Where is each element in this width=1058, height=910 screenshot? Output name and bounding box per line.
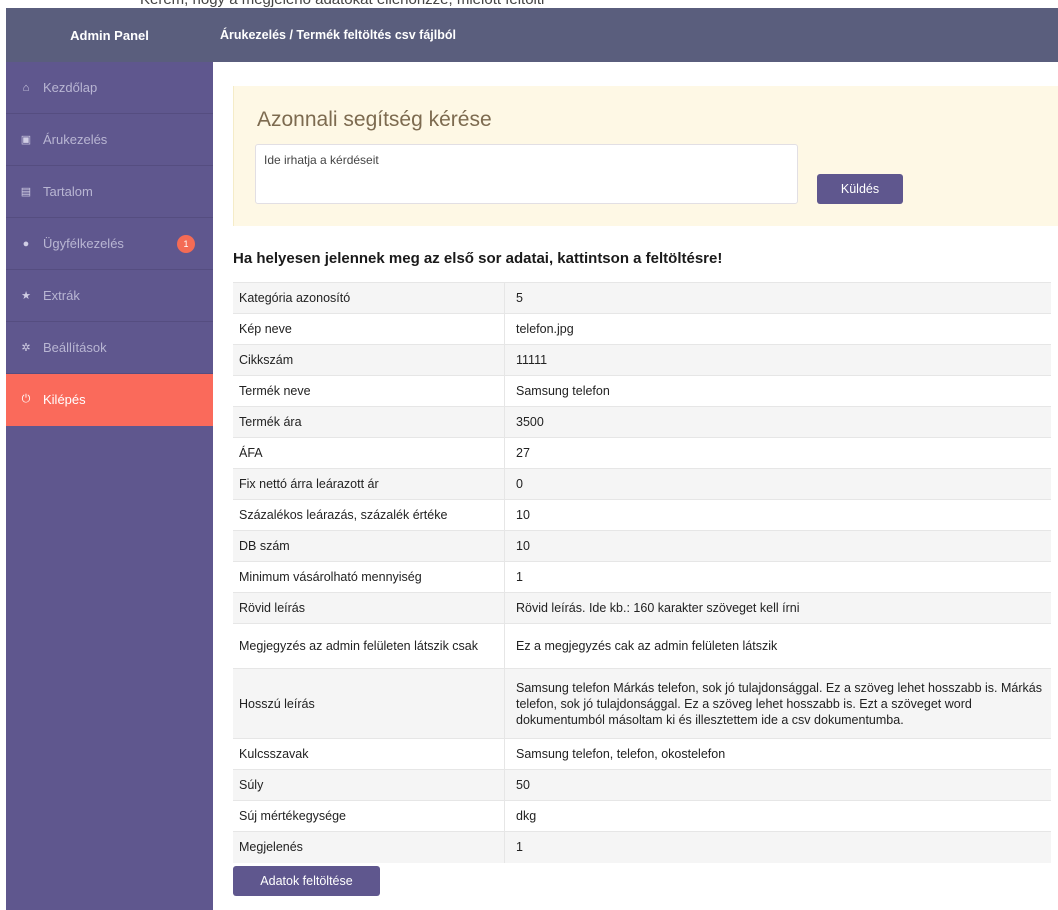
table-row: Kategória azonosító 5: [233, 282, 1051, 314]
help-panel: Azonnali segítség kérése Ide irhatja a k…: [233, 86, 1058, 226]
brand-title[interactable]: Admin Panel: [6, 8, 213, 62]
sidebar-item-0[interactable]: ⌂ Kezdőlap: [6, 62, 213, 114]
sidebar: ⌂ Kezdőlap ▣ Árukezelés ▤ Tartalom ● Ügyfélkeze…: [6, 62, 213, 910]
field-value-cell: 5: [504, 282, 1051, 314]
field-value-cell: 27: [504, 437, 1051, 469]
cart-icon: ▣: [20, 134, 32, 146]
sidebar-item-label: Tartalom: [43, 184, 93, 199]
field-name-cell: Súj mértékegysége: [233, 800, 505, 832]
table-row: Minimum vásárolható mennyiség 1: [233, 561, 1051, 593]
table-row: Megjelenés 1: [233, 831, 1051, 863]
sidebar-item-5[interactable]: ✲ Beállítások: [6, 322, 213, 374]
gear-icon: ✲: [21, 342, 31, 354]
top-clipped-text-strip: Kérem, hogy a megjelenő adatokat ellenőr…: [0, 0, 1058, 8]
main-content: Azonnali segítség kérése Ide irhatja a k…: [213, 62, 1058, 910]
field-value-cell: 1: [504, 561, 1051, 593]
file-icon: ▤: [20, 186, 32, 198]
top-clipped-text: Kérem, hogy a megjelenő adatokat ellenőr…: [140, 0, 544, 8]
field-name-cell: Termék ára: [233, 406, 505, 438]
question-textarea[interactable]: Ide irhatja a kérdéseit: [255, 144, 798, 204]
sidebar-item-6[interactable]: ⏻ Kilépés: [6, 374, 213, 426]
field-name-cell: ÁFA: [233, 437, 505, 469]
table-row: Fix nettó árra leárazott ár 0: [233, 468, 1051, 500]
field-value-cell: telefon.jpg: [504, 313, 1051, 345]
sidebar-item-label: Ügyfélkezelés: [43, 236, 124, 251]
field-name-cell: Kép neve: [233, 313, 505, 345]
field-name-cell: Termék neve: [233, 375, 505, 407]
table-row: Termék ára 3500: [233, 406, 1051, 438]
table-row: Kulcsszavak Samsung telefon, telefon, oko…: [233, 738, 1051, 770]
table-row: Súj mértékegysége dkg: [233, 800, 1051, 832]
field-value-cell: 11111: [504, 344, 1051, 376]
table-row: Hosszú leírás Samsung telefon Márkás tele…: [233, 668, 1051, 739]
field-value-cell: 3500: [504, 406, 1051, 438]
sidebar-item-label: Kilépés: [43, 392, 86, 407]
field-value-cell: dkg: [504, 800, 1051, 832]
user-icon: ●: [22, 237, 30, 250]
field-name-cell: Megjegyzés az admin felületen látszik cs…: [233, 623, 505, 669]
preview-table: Kategória azonosító 5 Kép neve telefon.jpg C…: [233, 282, 1051, 863]
field-value-cell: 10: [504, 499, 1051, 531]
field-name-cell: Kulcsszavak: [233, 738, 505, 770]
field-value-cell: 0: [504, 468, 1051, 500]
table-row: Rövid leírás Rövid leírás. Ide kb.: 160 k…: [233, 592, 1051, 624]
table-row: Százalékos leárazás, százalék értéke 10: [233, 499, 1051, 531]
field-name-cell: Kategória azonosító: [233, 282, 505, 314]
notice-heading: Ha helyesen jelennek meg az első sor ada…: [233, 250, 723, 267]
field-value-cell: Rövid leírás. Ide kb.: 160 karakter szöv…: [504, 592, 1051, 624]
sidebar-item-label: Kezdőlap: [43, 80, 98, 95]
table-row: Cikkszám 11111: [233, 344, 1051, 376]
field-name-cell: Cikkszám: [233, 344, 505, 376]
sidebar-item-label: Beállítások: [43, 340, 107, 355]
table-row: ÁFA 27: [233, 437, 1051, 469]
help-title: Azonnali segítség kérése: [257, 108, 492, 131]
field-name-cell: Fix nettó árra leárazott ár: [233, 468, 505, 500]
breadcrumb: Árukezelés / Termék feltöltés csv fájlbó…: [220, 28, 456, 42]
field-value-cell: Samsung telefon, telefon, okostelefon: [504, 738, 1051, 770]
notification-badge: 1: [177, 235, 195, 253]
field-name-cell: Rövid leírás: [233, 592, 505, 624]
field-name-cell: Megjelenés: [233, 831, 505, 863]
field-value-cell: Samsung telefon Márkás telefon, sok jó t…: [504, 668, 1051, 739]
table-row: Kép neve telefon.jpg: [233, 313, 1051, 345]
table-row: Megjegyzés az admin felületen látszik cs…: [233, 623, 1051, 669]
sidebar-item-1[interactable]: ▣ Árukezelés: [6, 114, 213, 166]
field-value-cell: 1: [504, 831, 1051, 863]
field-name-cell: Minimum vásárolható mennyiség: [233, 561, 505, 593]
star-icon: ★: [21, 290, 31, 302]
sidebar-item-label: Árukezelés: [43, 132, 108, 147]
table-row: DB szám 10: [233, 530, 1051, 562]
send-button[interactable]: Küldés: [817, 174, 903, 204]
sidebar-item-3[interactable]: ● Ügyfélkezelés 1: [6, 218, 213, 270]
sidebar-item-2[interactable]: ▤ Tartalom: [6, 166, 213, 218]
header-bar: Árukezelés / Termék feltöltés csv fájlbó…: [213, 8, 1058, 62]
field-value-cell: Samsung telefon: [504, 375, 1051, 407]
upload-data-button[interactable]: Adatok feltöltése: [233, 866, 380, 896]
power-icon: ⏻: [21, 393, 31, 405]
field-value-cell: 50: [504, 769, 1051, 801]
field-name-cell: Százalékos leárazás, százalék értéke: [233, 499, 505, 531]
sidebar-item-label: Extrák: [43, 288, 80, 303]
table-row: Súly 50: [233, 769, 1051, 801]
field-name-cell: Hosszú leírás: [233, 668, 505, 739]
field-name-cell: DB szám: [233, 530, 505, 562]
sidebar-item-4[interactable]: ★ Extrák: [6, 270, 213, 322]
home-icon: ⌂: [22, 81, 30, 94]
table-row: Termék neve Samsung telefon: [233, 375, 1051, 407]
field-name-cell: Súly: [233, 769, 505, 801]
field-value-cell: Ez a megjegyzés cak az admin felületen l…: [504, 623, 1051, 669]
field-value-cell: 10: [504, 530, 1051, 562]
